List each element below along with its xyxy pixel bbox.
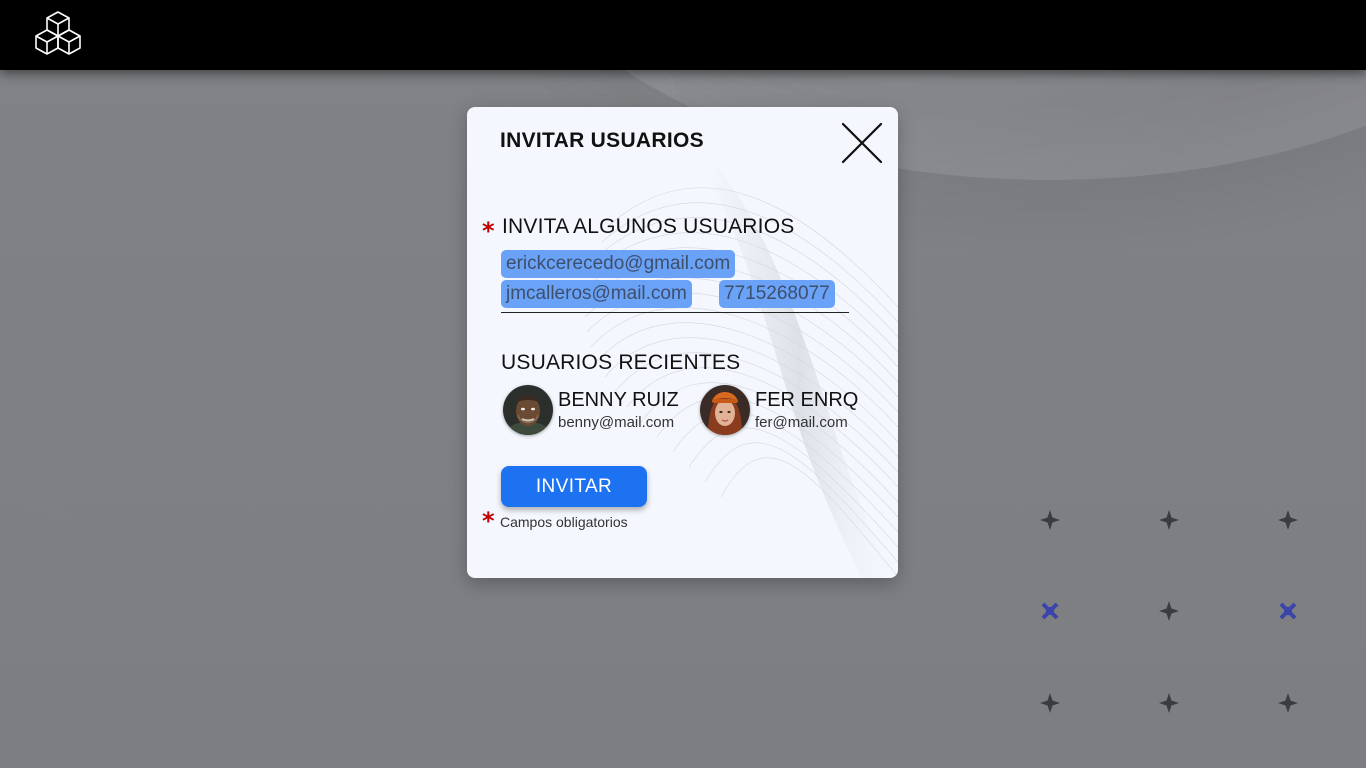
- invite-button[interactable]: INVITAR: [501, 466, 647, 507]
- plus-icon: [1277, 509, 1299, 531]
- close-icon[interactable]: [840, 121, 884, 165]
- invite-recipients-field[interactable]: erickcerecedo@gmail.com jmcalleros@mail.…: [501, 249, 849, 313]
- recent-user-fer[interactable]: FER ENRQ fer@mail.com: [700, 385, 890, 437]
- plus-icon: [1277, 692, 1299, 714]
- required-asterisk: *: [482, 507, 495, 535]
- user-email: fer@mail.com: [755, 414, 848, 431]
- user-email: benny@mail.com: [558, 414, 675, 431]
- user-name: FER ENRQ: [755, 389, 859, 411]
- recipient-chip[interactable]: erickcerecedo@gmail.com: [501, 250, 736, 278]
- cubes-logo-icon[interactable]: [32, 10, 84, 60]
- avatar: [700, 385, 750, 435]
- plus-icon: [1158, 692, 1180, 714]
- recent-users-label: USUARIOS RECIENTES: [501, 351, 741, 374]
- x-mark-icon: [1277, 600, 1299, 622]
- required-asterisk: *: [482, 217, 495, 245]
- invite-users-modal: INVITAR USUARIOS * INVITA ALGUNOS USUARI…: [467, 107, 898, 578]
- plus-icon: [1158, 509, 1180, 531]
- x-mark-icon: [1039, 600, 1061, 622]
- required-fields-note: Campos obligatorios: [500, 514, 628, 530]
- close-button[interactable]: [840, 121, 884, 165]
- user-name: BENNY RUIZ: [558, 389, 679, 411]
- invite-section-label: INVITA ALGUNOS USUARIOS: [502, 215, 795, 238]
- recent-user-benny[interactable]: BENNY RUIZ benny@mail.com: [503, 385, 693, 437]
- avatar: [503, 385, 553, 435]
- plus-icon: [1039, 692, 1061, 714]
- plus-icon: [1039, 509, 1061, 531]
- modal-title: INVITAR USUARIOS: [500, 129, 704, 152]
- recipient-chip[interactable]: 7715268077: [719, 280, 835, 308]
- recipient-chip[interactable]: jmcalleros@mail.com: [501, 280, 692, 308]
- plus-icon: [1158, 600, 1180, 622]
- modal-wave-pattern: [584, 167, 898, 578]
- top-bar: [0, 0, 1366, 70]
